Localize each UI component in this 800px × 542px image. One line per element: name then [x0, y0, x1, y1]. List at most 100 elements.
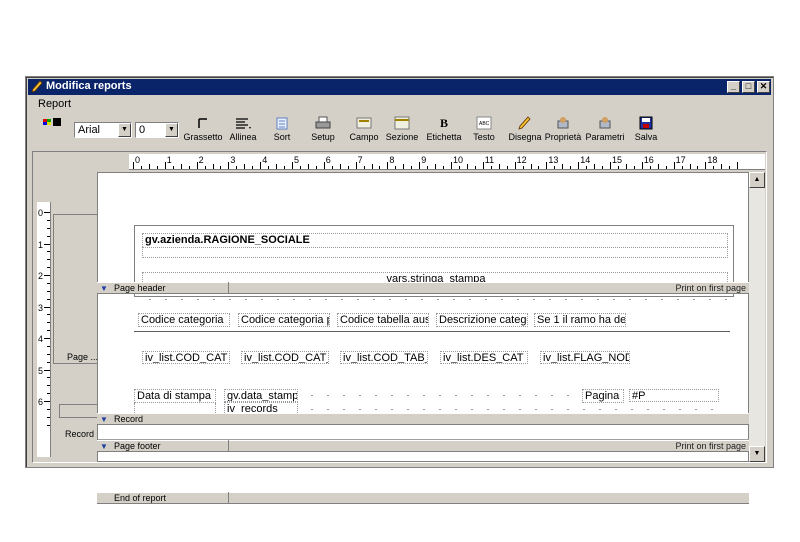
- ruler-number: 12: [516, 155, 527, 165]
- ruler-tick: [47, 322, 50, 324]
- ruler-tick: [363, 166, 365, 169]
- disegna-label: Disegna: [508, 132, 542, 142]
- footer-data-stampa-field[interactable]: gv.data_stampa: [224, 389, 298, 402]
- ruler-tick: [339, 164, 341, 169]
- collapse-triangle-icon[interactable]: ▼: [100, 415, 108, 424]
- azienda-field-lower: [142, 247, 728, 258]
- collapse-triangle-icon[interactable]: ▼: [100, 284, 108, 293]
- band-flag: Print on first page: [675, 283, 746, 293]
- ruler-tick: [44, 401, 50, 402]
- band-record[interactable]: ▼ Record: [97, 413, 749, 425]
- footer-data-label[interactable]: Data di stampa: [134, 389, 216, 403]
- collapse-triangle-icon[interactable]: ▼: [100, 442, 108, 451]
- font-name-select[interactable]: Arial ▼: [74, 122, 132, 138]
- sort-label: Sort: [273, 132, 291, 142]
- record-field-cod-cat-p[interactable]: iv_list.COD_CAT_P: [241, 351, 329, 364]
- ruler-number: 13: [548, 155, 559, 165]
- maximize-button[interactable]: □: [742, 81, 755, 93]
- window-title: Modifica reports: [46, 80, 132, 92]
- record-field-cod-tab-a[interactable]: iv_list.COD_TAB_A: [340, 351, 428, 364]
- grassetto-button[interactable]: Grassetto: [182, 116, 224, 146]
- column-header-1[interactable]: Codice categoria: [138, 313, 230, 327]
- ruler-tick: [212, 164, 214, 169]
- band-end-of-report[interactable]: End of report: [97, 492, 749, 504]
- ruler-tick: [44, 369, 50, 371]
- parametri-button[interactable]: Parametri: [585, 116, 625, 146]
- ruler-tick: [641, 162, 643, 169]
- disegna-button[interactable]: Disegna: [508, 116, 542, 146]
- ruler-number: 0: [135, 155, 141, 165]
- ruler-tick: [284, 166, 286, 169]
- close-button[interactable]: ✕: [757, 81, 770, 93]
- campo-button[interactable]: Campo: [346, 116, 382, 146]
- ruler-tick: [673, 162, 675, 169]
- sezione-button[interactable]: Sezione: [385, 116, 419, 146]
- save-icon: [639, 116, 653, 130]
- ruler-tick: [44, 243, 50, 245]
- tree-label-record[interactable]: Record: [65, 429, 94, 439]
- ruler-number: 11: [484, 155, 495, 165]
- ruler-tick: [180, 164, 182, 169]
- ruler-number: 7: [357, 155, 363, 165]
- ruler-tick: [47, 393, 50, 395]
- ruler-tick: [721, 164, 723, 169]
- record-field-flag-nodo[interactable]: iv_list.FLAG_NODO: [540, 351, 630, 364]
- ruler-tick: [617, 166, 619, 169]
- etichetta-button[interactable]: B Etichetta: [424, 116, 464, 146]
- scroll-down-icon[interactable]: ▼: [749, 446, 765, 462]
- sort-button[interactable]: Sort: [268, 116, 296, 146]
- setup-button[interactable]: Setup: [307, 116, 339, 146]
- ruler-tick: [482, 162, 484, 169]
- ruler-tick: [602, 166, 604, 169]
- ruler-tick: [665, 166, 667, 169]
- color-swatch-icon: [43, 118, 61, 126]
- vertical-scrollbar[interactable]: ▲ ▼: [749, 172, 765, 462]
- color-picker-button[interactable]: [42, 117, 64, 133]
- column-header-5[interactable]: Se 1 il ramo ha dei: [534, 313, 626, 327]
- ruler-tick: [435, 164, 437, 169]
- minimize-button[interactable]: _: [727, 81, 740, 93]
- font-size-select[interactable]: 0 ▼: [135, 122, 179, 138]
- ruler-tick: [387, 162, 389, 169]
- ruler-tick: [570, 166, 572, 169]
- band-page-header[interactable]: ▼ Page header Print on first page: [97, 282, 749, 294]
- ruler-number: 6: [325, 155, 331, 165]
- column-header-4[interactable]: Descrizione catego: [436, 313, 528, 327]
- text-icon: ABC: [476, 116, 492, 130]
- ruler-tick: [562, 164, 564, 169]
- column-header-3[interactable]: Codice tabella ausi: [337, 313, 429, 327]
- ruler-number: 17: [675, 155, 686, 165]
- setup-label: Setup: [311, 132, 335, 142]
- ruler-tick: [156, 166, 158, 169]
- band-page-footer[interactable]: ▼ Page footer Print on first page: [97, 440, 749, 452]
- ruler-tick: [47, 282, 50, 284]
- scroll-up-icon[interactable]: ▲: [749, 172, 765, 188]
- record-field-cod-cat[interactable]: iv_list.COD_CAT: [142, 351, 230, 364]
- salva-button[interactable]: Salva: [632, 116, 660, 146]
- chevron-down-icon[interactable]: ▼: [165, 123, 178, 137]
- testo-button[interactable]: ABC Testo: [468, 116, 500, 146]
- allinea-button[interactable]: Allinea: [226, 116, 260, 146]
- menu-report[interactable]: Report: [38, 98, 71, 110]
- ruler-tick: [347, 166, 349, 169]
- ruler-tick: [47, 219, 50, 221]
- chevron-down-icon[interactable]: ▼: [118, 123, 131, 137]
- ruler-tick: [299, 166, 301, 169]
- proprieta-button[interactable]: Proprietà: [544, 116, 582, 146]
- ruler-tick: [403, 164, 405, 169]
- azienda-field[interactable]: gv.azienda.RAGIONE_SOCIALE: [142, 233, 728, 247]
- column-header-2[interactable]: Codice categoria p: [238, 313, 330, 327]
- title-bar[interactable]: Modifica reports _ □ ✕: [28, 79, 771, 95]
- ruler-tick: [315, 166, 317, 169]
- ruler-tick: [649, 166, 651, 169]
- font-size-value: 0: [139, 124, 146, 136]
- ruler-tick: [47, 424, 50, 426]
- ruler-tick: [307, 164, 309, 169]
- ruler-number: 1: [38, 239, 44, 250]
- sezione-label: Sezione: [385, 132, 419, 142]
- ruler-tick: [140, 166, 142, 169]
- record-field-des-cat[interactable]: iv_list.DES_CAT: [440, 351, 528, 364]
- ruler-tick: [451, 162, 452, 169]
- footer-pagina-field[interactable]: #P: [629, 389, 719, 402]
- footer-pagina-label[interactable]: Pagina: [582, 389, 624, 403]
